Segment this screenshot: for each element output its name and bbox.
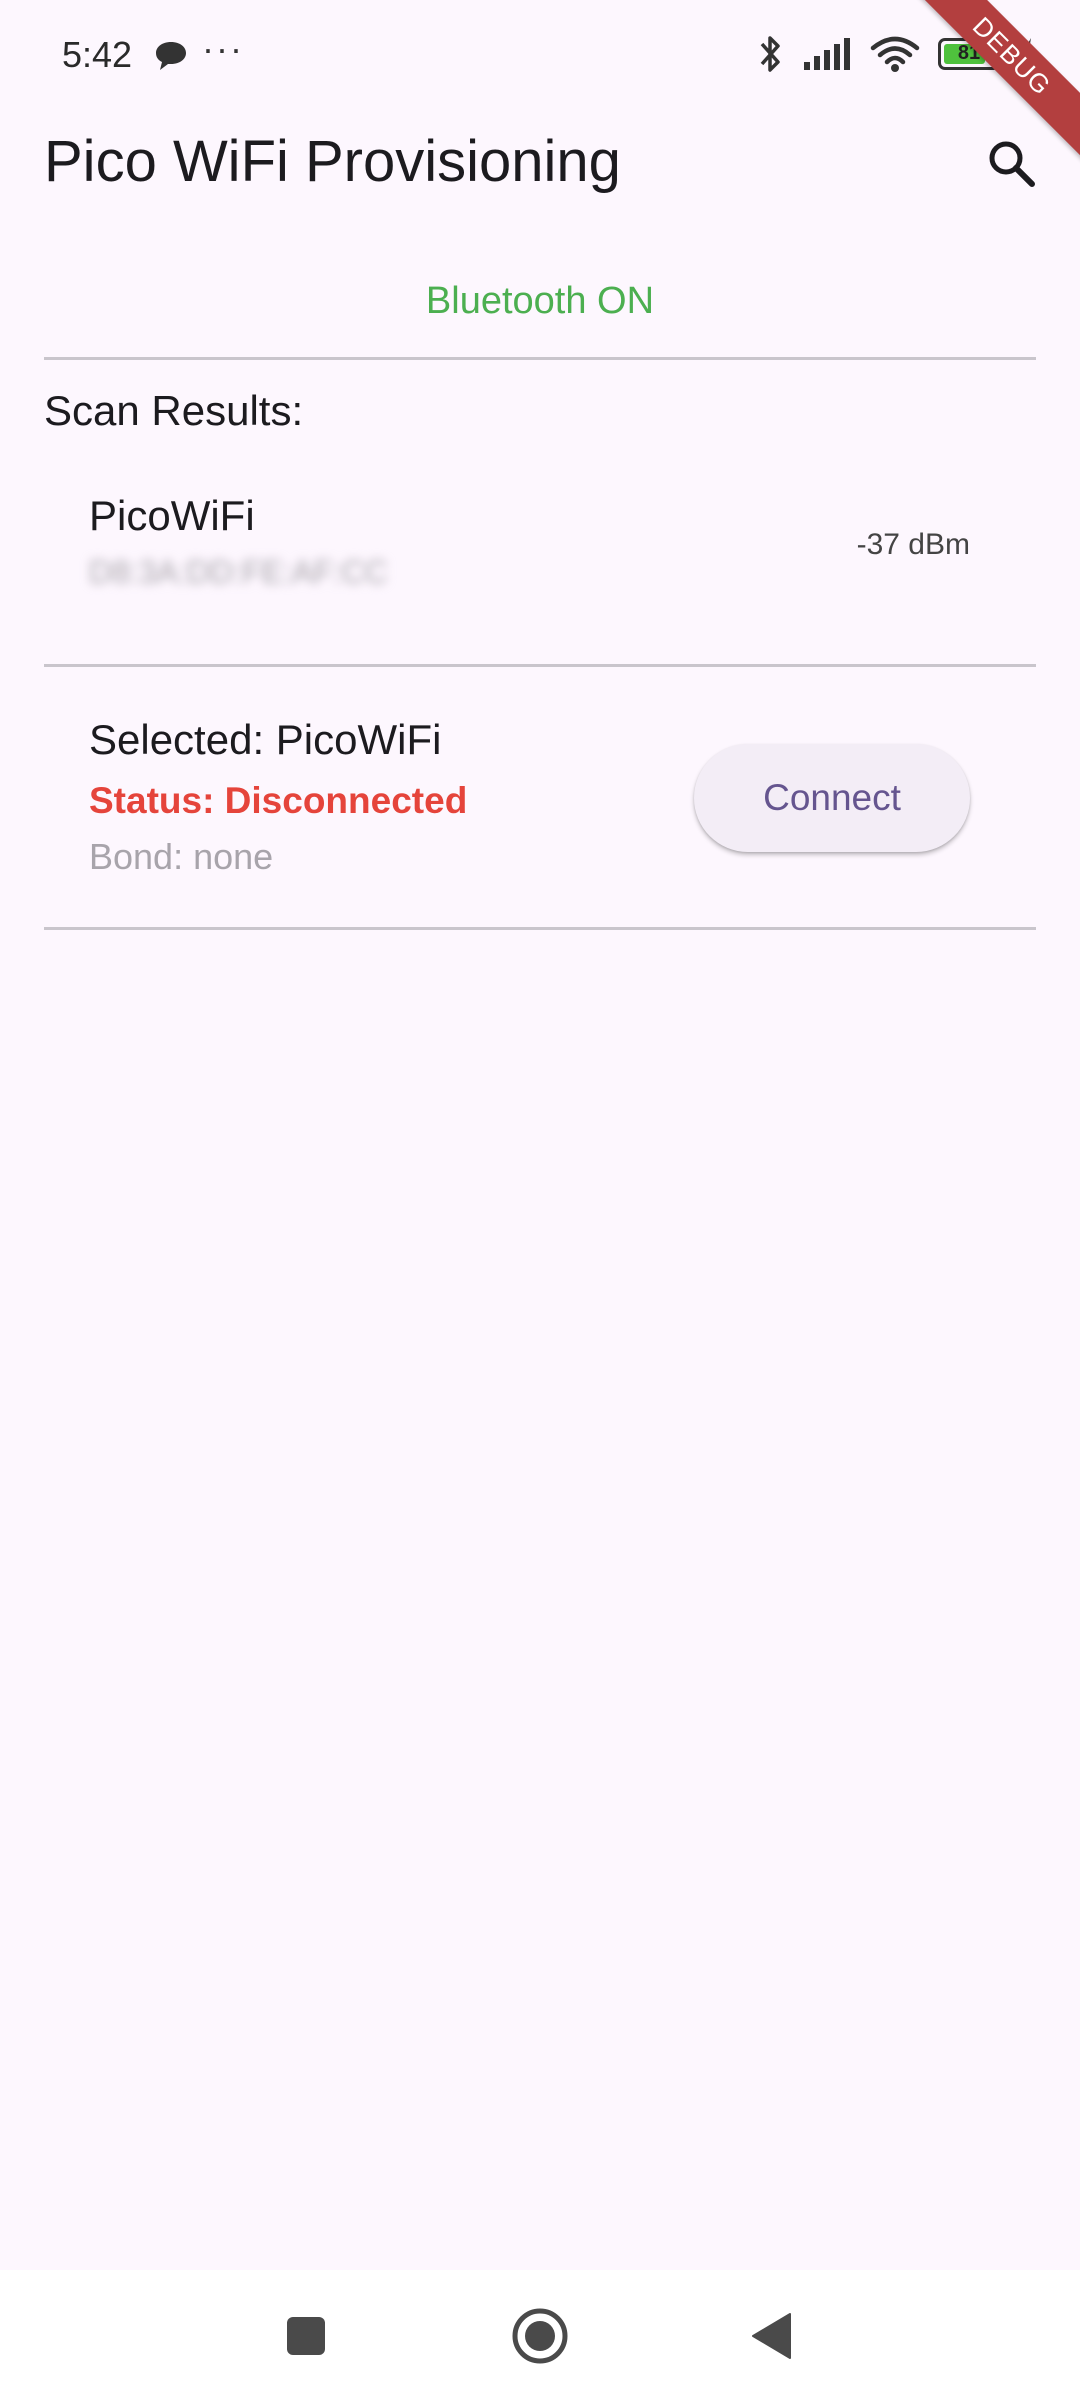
selected-device-panel: Selected: PicoWiFi Status: Disconnected … [44, 700, 1036, 900]
bond-status: Bond: none [89, 836, 274, 877]
chat-bubble-icon [156, 42, 186, 70]
home-button[interactable] [500, 2296, 580, 2376]
device-rssi: -37 dBm [856, 528, 970, 561]
wifi-icon [870, 36, 920, 72]
selected-device-title: Selected: PicoWiFi [89, 716, 442, 763]
square-icon [287, 2317, 325, 2355]
back-triangle-icon [752, 2313, 791, 2359]
device-mac-address: D8:3A:DD:FE:AF:CC [89, 554, 388, 590]
bluetooth-status: Bluetooth ON [425, 280, 655, 322]
status-time: 5:42 [62, 34, 133, 75]
scan-results-label: Scan Results: [44, 387, 304, 434]
system-nav-bar [0, 2270, 1080, 2400]
divider [44, 357, 1036, 360]
connection-status: Status: Disconnected [89, 780, 468, 821]
list-item-device[interactable]: PicoWiFi D8:3A:DD:FE:AF:CC -37 dBm [44, 470, 1036, 620]
search-button[interactable] [972, 124, 1052, 204]
app-bar: Pico WiFi Provisioning [0, 110, 1080, 220]
status-bar: 5:42 ··· 81 [0, 0, 1080, 110]
divider [44, 927, 1036, 930]
home-circle-icon [512, 2308, 568, 2364]
back-button[interactable] [732, 2296, 812, 2376]
connect-button[interactable]: Connect [694, 744, 970, 852]
recents-button[interactable] [266, 2296, 346, 2376]
more-notifications-icon: ··· [202, 28, 244, 69]
divider [44, 664, 1036, 667]
search-icon [989, 141, 1035, 187]
device-name: PicoWiFi [89, 492, 255, 539]
signal-icon [804, 38, 850, 70]
screen: 5:42 ··· 81 DEBUG Pico WiFi Provisioning… [0, 0, 1080, 2400]
bluetooth-icon [760, 36, 780, 72]
page-title: Pico WiFi Provisioning [44, 129, 621, 194]
